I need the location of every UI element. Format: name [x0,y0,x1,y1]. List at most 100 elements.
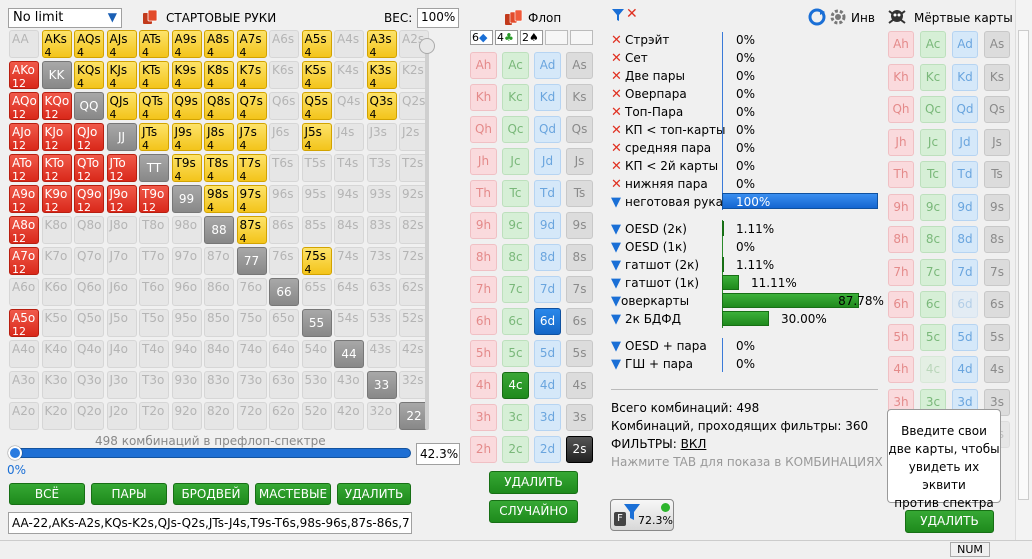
hand-cell[interactable]: 66 [269,278,299,306]
hand-cell[interactable]: 52o [301,402,332,430]
hand-cell[interactable]: 65s [301,278,332,306]
dead-card[interactable]: 7d [952,258,978,286]
flop-slot-4[interactable] [545,30,568,45]
dead-card[interactable]: Ts [984,161,1010,188]
dead-card[interactable]: Jc [920,128,946,156]
hand-cell[interactable]: 76o [236,278,267,306]
grid-scrollbar-track[interactable] [425,38,429,430]
filter-row[interactable]: ✕ средняя пара 0% [611,139,881,157]
dead-card[interactable]: Td [952,161,978,188]
dead-card[interactable]: Kc [920,63,946,91]
hand-cell[interactable]: J3s [366,123,397,151]
flop-random-button[interactable]: СЛУЧАЙНО [489,500,578,523]
filter-row[interactable]: ✕ Стрэйт 0% [611,31,881,49]
hand-cell[interactable]: T6o [139,278,169,306]
exclude-icon[interactable]: ✕ [611,51,625,66]
flop-card[interactable]: 8s [566,244,593,271]
include-filter-icon[interactable]: ▼ [611,195,625,210]
hand-cell[interactable]: 94o [171,340,202,368]
dead-card[interactable]: 8c [920,226,946,253]
hand-cell[interactable]: 87o [204,247,234,275]
hand-cell[interactable]: QTo 12 [74,154,104,182]
hand-cell[interactable]: 74o [236,340,267,368]
hand-cell[interactable]: A9o 12 [9,185,39,213]
hand-cell[interactable]: KTs 4 [139,61,169,89]
hand-cell[interactable]: Q7s 4 [236,92,267,120]
flop-card[interactable]: Js [566,148,593,175]
hand-cell[interactable]: T2o [139,402,169,430]
dead-card[interactable]: 7h [888,258,914,286]
hand-cell[interactable]: 63o [269,371,299,399]
hand-cell[interactable]: J2o [106,402,137,430]
hand-cell[interactable]: 97s 4 [236,185,267,213]
hand-cell[interactable]: Q9o 12 [74,185,104,213]
hand-cell[interactable]: J3o [106,371,137,399]
hand-cell[interactable]: 87s 4 [236,216,267,244]
dead-card[interactable]: 6d [952,291,978,318]
hand-cell[interactable]: T7s 4 [236,154,267,182]
hand-cell[interactable]: Q5o [74,309,104,337]
dead-card[interactable]: Js [984,128,1010,156]
hand-cell[interactable]: Q6s [269,92,299,120]
flop-card[interactable]: 6h [470,308,497,335]
flop-card[interactable]: 8h [470,244,497,271]
hand-cell[interactable]: 83o [204,371,234,399]
hand-cell[interactable]: 73o [236,371,267,399]
hand-cell[interactable]: J6s [269,123,299,151]
flop-slot-2[interactable]: 4♣ [495,30,518,45]
hand-cell[interactable]: A7o 12 [9,247,39,275]
dead-card[interactable]: 8d [952,226,978,253]
hand-cell[interactable]: 88 [204,216,234,244]
include-filter-icon[interactable]: ▼ [611,276,625,291]
hand-cell[interactable]: AKo 12 [9,61,39,89]
broadway-button[interactable]: БРОДВЕЙ [173,483,249,505]
filter-row[interactable]: ✕ Две пары 0% [611,67,881,85]
hand-cell[interactable]: KK [41,61,72,89]
hand-cell[interactable]: ATs 4 [139,30,169,58]
hand-cell[interactable]: A5s 4 [301,30,332,58]
flop-card[interactable]: Ts [566,180,593,207]
filter-row[interactable]: ✕ КП < 2й карты 0% [611,157,881,175]
hand-cell[interactable]: 84o [204,340,234,368]
hand-cell[interactable]: KJo 12 [41,123,72,151]
hand-cell[interactable]: J4o [106,340,137,368]
flop-card[interactable]: Ks [566,84,593,111]
hand-cell[interactable]: QJo 12 [74,123,104,151]
filter-icon[interactable] [611,8,625,22]
flop-card[interactable]: 2s [566,436,593,463]
hand-cell[interactable]: T4o [139,340,169,368]
hand-cell[interactable]: 86s [269,216,299,244]
hand-cell[interactable]: JTo 12 [106,154,137,182]
range-slider-knob[interactable] [8,446,22,460]
flop-card[interactable]: Qs [566,116,593,143]
hand-cell[interactable]: J4s [334,123,364,151]
hand-cell[interactable]: Q4s [334,92,364,120]
hero-cards-box[interactable]: Введите свои две карты, чтобы увидеть их… [887,409,1001,510]
flop-card[interactable]: Qh [470,116,497,143]
hand-cell[interactable]: K4o [41,340,72,368]
filter-row[interactable]: ✕ Оверпара 0% [611,85,881,103]
flop-card[interactable]: 5s [566,340,593,367]
hand-cell[interactable]: K5o [41,309,72,337]
hand-cell[interactable]: 94s [334,185,364,213]
hand-cell[interactable]: 73s [366,247,397,275]
dead-card[interactable]: 6s [984,291,1010,318]
exclude-icon[interactable]: ✕ [611,159,625,174]
hand-cell[interactable]: Q4o [74,340,104,368]
hand-cell[interactable]: K5s 4 [301,61,332,89]
hand-cell[interactable]: 96o [171,278,202,306]
include-filter-icon[interactable]: ▼ [611,357,625,372]
range-percent-input[interactable]: 42.3% [416,443,460,465]
hand-cell[interactable]: 63s [366,278,397,306]
flop-card[interactable]: 3h [470,404,497,431]
dead-card[interactable]: 5h [888,323,914,351]
hand-cell[interactable]: 72o [236,402,267,430]
dead-card[interactable]: Ks [984,63,1010,91]
exclude-icon[interactable]: ✕ [611,33,625,48]
hand-cell[interactable]: 98o [171,216,202,244]
hand-cell[interactable]: 32o [366,402,397,430]
gear-icon[interactable] [829,8,847,26]
dead-card[interactable]: Qh [888,96,914,123]
hand-cell[interactable]: 98s 4 [204,185,234,213]
flop-card[interactable]: 7c [502,276,529,303]
